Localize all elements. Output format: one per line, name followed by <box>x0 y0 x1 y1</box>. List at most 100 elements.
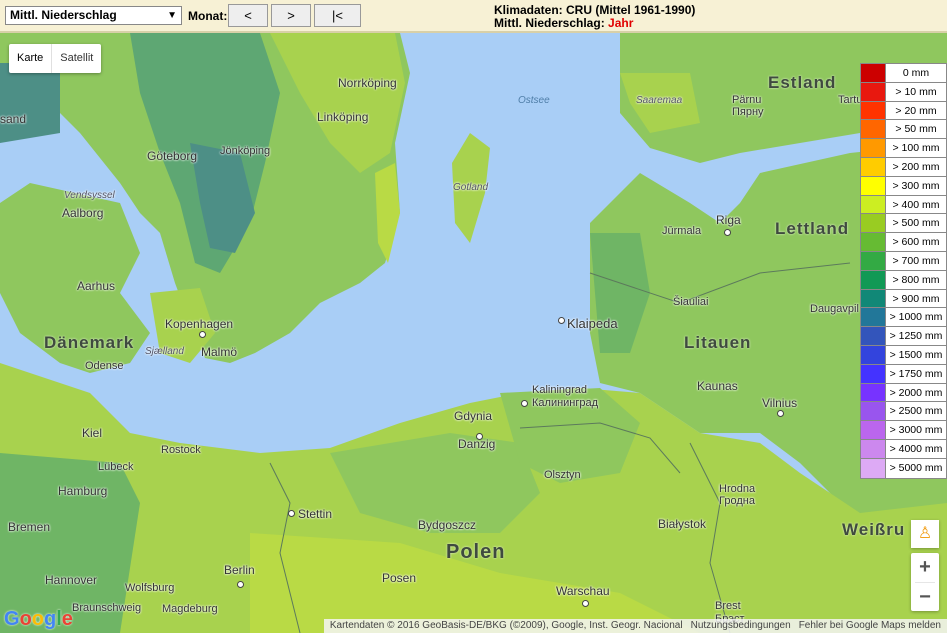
report-error-link[interactable]: Fehler bei Google Maps melden <box>795 620 945 631</box>
legend-label: > 700 mm <box>892 254 940 267</box>
label-daenemark: Dänemark <box>44 333 135 352</box>
legend-swatch <box>861 270 886 289</box>
label-hannover: Hannover <box>45 573 98 587</box>
label-polen: Polen <box>446 541 506 563</box>
city-marker <box>199 331 206 338</box>
google-logo-letter: o <box>19 608 32 630</box>
label-vendsyssel: Vendsyssel <box>64 190 115 201</box>
label-bialystok: Białystok <box>658 517 707 531</box>
zoom-in-button[interactable]: + <box>911 553 939 582</box>
month-label: Monat: <box>188 9 228 23</box>
legend-label: > 300 mm <box>892 179 940 192</box>
label-lubeck: Lübeck <box>98 461 134 473</box>
legend-label: 0 mm <box>902 67 930 79</box>
legend-label: > 100 mm <box>892 142 940 155</box>
city-marker <box>288 510 295 517</box>
city-marker <box>521 400 528 407</box>
google-logo[interactable]: Google <box>4 608 73 631</box>
label-sand: sand <box>0 112 27 126</box>
label-parnu: Pärnu <box>732 94 762 106</box>
legend-swatch <box>861 195 886 214</box>
label-hamburg: Hamburg <box>58 484 108 498</box>
label-kopenhagen: Kopenhagen <box>165 317 234 331</box>
label-vilnius: Vilnius <box>762 396 798 410</box>
legend-row: > 50 mm <box>861 120 946 140</box>
legend-swatch <box>861 402 886 421</box>
label-bydgoszcz: Bydgoszcz <box>418 518 477 532</box>
previous-month-button[interactable]: < <box>228 4 268 27</box>
label-litauen: Litauen <box>684 333 752 352</box>
city-marker <box>476 433 483 440</box>
legend-label: > 2000 mm <box>889 386 943 399</box>
label-odense: Odense <box>85 360 124 372</box>
norway-wet <box>0 63 60 143</box>
legend-swatch <box>861 364 886 383</box>
dropdown-arrow-icon: ▼ <box>167 10 177 21</box>
legend-row: > 500 mm <box>861 214 946 234</box>
label-bremen: Bremen <box>8 520 51 534</box>
legend-row: > 100 mm <box>861 139 946 158</box>
legend-row: > 300 mm <box>861 176 946 196</box>
legend-swatch <box>861 233 886 251</box>
legend-row: > 1500 mm <box>861 345 946 365</box>
map-type-map-button[interactable]: Karte <box>9 44 53 73</box>
label-goteborg: Göteborg <box>147 149 198 163</box>
legend-swatch <box>861 345 886 364</box>
parameter-select[interactable]: Mittl. Niederschlag ▼ <box>5 6 182 25</box>
map-data-credit: Kartendaten © 2016 GeoBasis-DE/BKG (©200… <box>329 620 683 631</box>
legend-row: > 2000 mm <box>861 383 946 403</box>
label-lettland: Lettland <box>775 219 850 238</box>
city-marker <box>558 317 565 324</box>
legend-label: > 4000 mm <box>889 442 943 455</box>
legend-row: > 700 mm <box>861 251 946 271</box>
terms-link[interactable]: Nutzungsbedingungen <box>687 620 795 631</box>
label-stettin: Stettin <box>298 507 333 521</box>
label-parnu-cyrillic: Пярну <box>732 106 764 118</box>
climate-info: Klimadaten: CRU (Mittel 1961-1990) Mittl… <box>494 4 695 30</box>
legend-swatch <box>861 251 886 270</box>
label-magdeburg: Magdeburg <box>162 603 218 615</box>
city-marker <box>237 581 244 588</box>
label-siauliai: Šiauliai <box>673 296 709 308</box>
label-klaipeda: Klaipeda <box>567 316 618 331</box>
label-rostock: Rostock <box>161 444 201 456</box>
legend-swatch <box>861 176 886 195</box>
climate-period: Jahr <box>608 16 634 30</box>
label-aalborg: Aalborg <box>62 206 104 220</box>
first-month-button[interactable]: |< <box>314 4 361 27</box>
legend-swatch <box>861 139 886 157</box>
legend-label: > 5000 mm <box>889 461 943 474</box>
legend-swatch <box>861 82 886 101</box>
legend-swatch <box>861 101 886 120</box>
zoom-out-button[interactable]: − <box>911 583 939 612</box>
legend-swatch <box>861 439 886 458</box>
google-logo-letter: o <box>31 608 44 630</box>
legend-label: > 1750 mm <box>889 367 943 380</box>
label-weissrussland: Weißru <box>842 520 906 539</box>
legend-swatch <box>861 383 886 402</box>
label-berlin: Berlin <box>224 563 255 577</box>
legend-label: > 900 mm <box>892 292 940 305</box>
street-view-pegman-icon[interactable]: ♙ <box>911 520 939 548</box>
label-kiel: Kiel <box>82 426 103 440</box>
label-riga: Riga <box>716 213 741 227</box>
label-ostsee: Ostsee <box>518 95 550 106</box>
label-gotland: Gotland <box>453 182 489 193</box>
legend-row: > 900 mm <box>861 289 946 309</box>
label-kaliningrad: Kaliningrad <box>532 384 588 396</box>
map-type-satellite-button[interactable]: Satellit <box>52 44 101 73</box>
next-month-button[interactable]: > <box>271 4 311 27</box>
legend-label: > 50 mm <box>895 123 937 136</box>
google-logo-letter: g <box>44 608 57 630</box>
legend-label: > 10 mm <box>895 85 937 98</box>
label-braunschweig: Braunschweig <box>72 602 142 614</box>
map-type-control: Karte Satellit <box>9 44 102 73</box>
label-brest: Brest <box>715 600 741 612</box>
legend-swatch <box>861 64 886 82</box>
legend-row: > 1250 mm <box>861 327 946 346</box>
legend-swatch <box>861 458 886 478</box>
legend-row: > 3000 mm <box>861 421 946 440</box>
precipitation-map[interactable]: Karte Satellit Estland Lettland Litauen … <box>0 33 947 633</box>
legend-row: > 400 mm <box>861 195 946 215</box>
label-warschau: Warschau <box>556 584 610 598</box>
